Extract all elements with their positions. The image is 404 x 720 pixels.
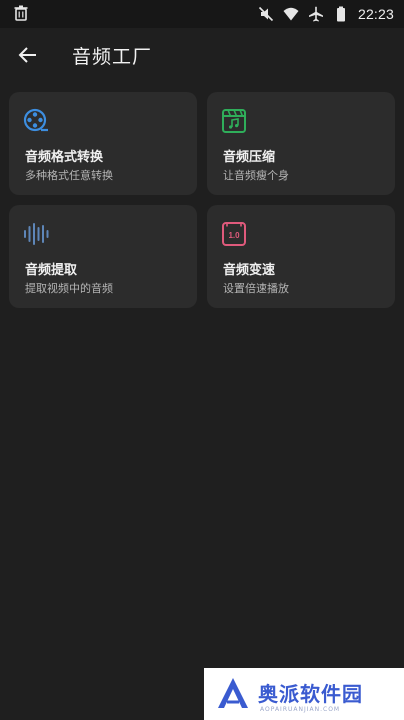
mute-icon bbox=[258, 6, 274, 22]
music-clapper-icon bbox=[222, 109, 246, 133]
back-button[interactable] bbox=[14, 41, 42, 69]
clock: 22:23 bbox=[357, 6, 394, 22]
waveform-icon bbox=[24, 223, 49, 245]
watermark-subtext: AOPAIRUANJIAN.COM bbox=[260, 706, 341, 713]
app-bar: 音频工厂 bbox=[0, 28, 404, 82]
card-description: 设置倍速播放 bbox=[223, 282, 289, 295]
card-description: 多种格式任意转换 bbox=[25, 169, 113, 182]
arrow-left-icon bbox=[18, 47, 36, 63]
watermark-logo-icon bbox=[218, 678, 248, 708]
card-title: 音频格式转换 bbox=[25, 150, 104, 165]
film-reel-icon bbox=[23, 108, 48, 132]
status-bar: 22:23 bbox=[0, 0, 404, 28]
card-title: 音频提取 bbox=[25, 263, 78, 278]
audio-extract-card[interactable]: 音频提取 提取视频中的音频 bbox=[9, 205, 197, 308]
audio-speed-card[interactable]: 1.0 音频变速 设置倍速播放 bbox=[207, 205, 395, 308]
wifi-icon bbox=[283, 7, 299, 21]
card-title: 音频压缩 bbox=[223, 150, 276, 165]
airplane-icon bbox=[308, 6, 323, 22]
audio-compress-card[interactable]: 音频压缩 让音频瘦个身 bbox=[207, 92, 395, 195]
speed-label: 1.0 bbox=[228, 231, 240, 240]
speed-1x-icon: 1.0 bbox=[222, 222, 246, 246]
tool-grid: 音频格式转换 多种格式任意转换 音频压缩 让音频瘦个身 音频提取 提取视频中的音… bbox=[9, 92, 395, 308]
card-description: 让音频瘦个身 bbox=[223, 169, 289, 182]
page-title: 音频工厂 bbox=[72, 46, 153, 68]
trash-icon bbox=[14, 5, 28, 21]
watermark-text: 奥派软件园 bbox=[258, 682, 363, 706]
format-convert-card[interactable]: 音频格式转换 多种格式任意转换 bbox=[9, 92, 197, 195]
watermark: 奥派软件园 AOPAIRUANJIAN.COM bbox=[204, 668, 404, 720]
battery-icon bbox=[336, 6, 345, 22]
card-description: 提取视频中的音频 bbox=[25, 282, 113, 295]
card-title: 音频变速 bbox=[223, 263, 276, 278]
